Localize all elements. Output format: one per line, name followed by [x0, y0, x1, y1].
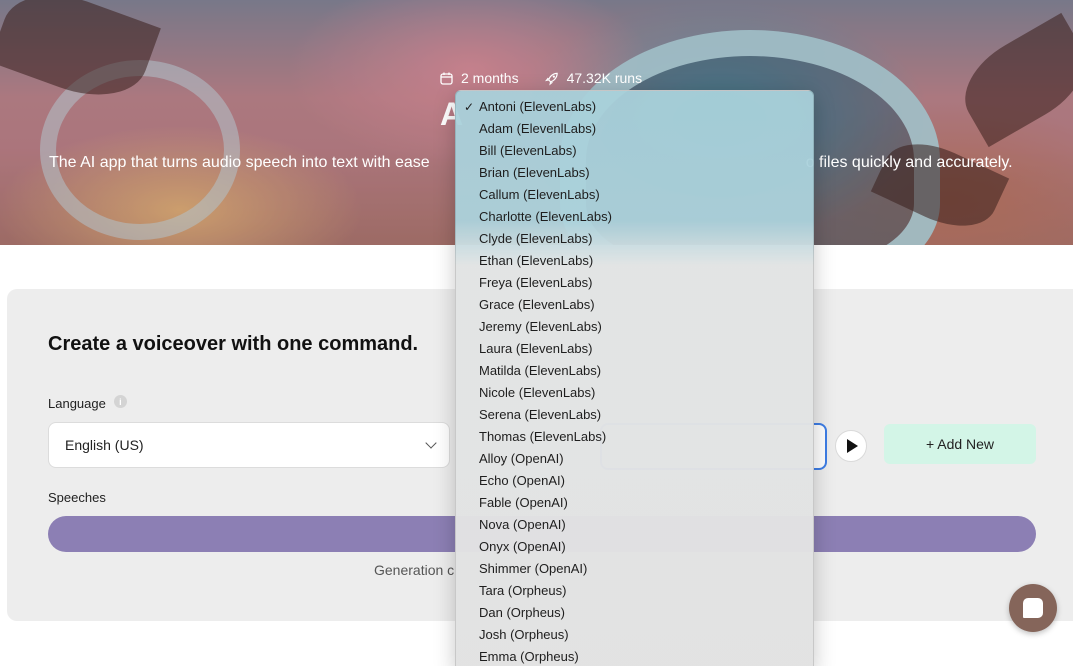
voice-option[interactable]: Shimmer (OpenAI) [456, 558, 813, 580]
voice-option[interactable]: Charlotte (ElevenLabs) [456, 206, 813, 228]
voice-option[interactable]: Jeremy (ElevenLabs) [456, 316, 813, 338]
rocket-icon [544, 71, 559, 85]
chevron-down-icon [425, 437, 437, 449]
voice-option[interactable]: Alloy (OpenAI) [456, 448, 813, 470]
voice-option[interactable]: Tara (Orpheus) [456, 580, 813, 602]
voice-option[interactable]: Echo (OpenAI) [456, 470, 813, 492]
voice-option[interactable]: Laura (ElevenLabs) [456, 338, 813, 360]
calendar-icon [439, 71, 453, 85]
card-title: Create a voiceover with one command. [48, 333, 419, 355]
voice-dropdown-list[interactable]: ✓ Antoni (ElevenLabs) Adam (ElevenlLabs) Bi… [455, 90, 814, 666]
voice-option[interactable]: Serena (ElevenLabs) [456, 404, 813, 426]
voice-option[interactable]: Freya (ElevenLabs) [456, 272, 813, 294]
voice-option[interactable]: Josh (Orpheus) [456, 624, 813, 646]
generation-note: Generation c [374, 562, 455, 578]
voice-option[interactable]: Bill (ElevenLabs) [456, 140, 813, 162]
hero-meta: 2 months 47.32K runs [439, 69, 642, 87]
run-count: 47.32K runs [566, 70, 643, 86]
checkmark-icon: ✓ [464, 100, 475, 114]
voice-option[interactable]: Adam (ElevenlLabs) [456, 118, 813, 140]
voice-option[interactable]: Ethan (ElevenLabs) [456, 250, 813, 272]
voice-option[interactable]: Fable (OpenAI) [456, 492, 813, 514]
play-icon [847, 439, 858, 453]
voice-option[interactable]: Onyx (OpenAI) [456, 536, 813, 558]
add-new-button[interactable]: + Add New [884, 424, 1036, 464]
info-icon[interactable]: i [113, 395, 127, 408]
voice-option[interactable]: Emma (Orpheus) [456, 646, 813, 666]
language-label: Language i [48, 395, 127, 411]
voice-option[interactable]: Grace (ElevenLabs) [456, 294, 813, 316]
voice-option[interactable]: Thomas (ElevenLabs) [456, 426, 813, 448]
voice-option[interactable]: Nova (OpenAI) [456, 514, 813, 536]
voice-option[interactable]: Dan (Orpheus) [456, 602, 813, 624]
chat-icon [1023, 598, 1043, 618]
voice-option[interactable]: Callum (ElevenLabs) [456, 184, 813, 206]
speeches-label: Speeches [48, 490, 106, 505]
play-voice-button[interactable] [835, 430, 867, 462]
chat-button[interactable] [1009, 584, 1057, 632]
voice-option[interactable]: Matilda (ElevenLabs) [456, 360, 813, 382]
voice-option[interactable]: ✓ Antoni (ElevenLabs) [456, 96, 813, 118]
app-age: 2 months [461, 70, 519, 86]
voice-option[interactable]: Clyde (ElevenLabs) [456, 228, 813, 250]
voice-option[interactable]: Nicole (ElevenLabs) [456, 382, 813, 404]
language-select[interactable]: English (US) [48, 422, 450, 468]
voice-option[interactable]: Brian (ElevenLabs) [456, 162, 813, 184]
